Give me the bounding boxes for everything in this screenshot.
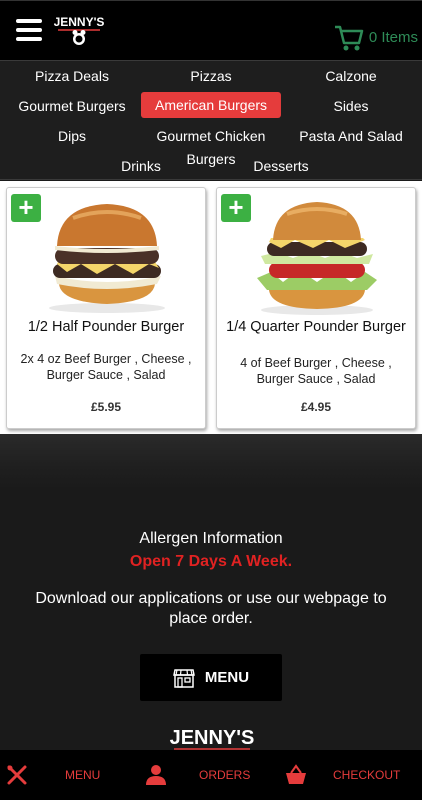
nav-menu-label: MENU xyxy=(65,768,101,782)
product-card[interactable]: + 1/2 Half Pounder Burger 2x 4 oz Beef B… xyxy=(6,187,206,429)
allergen-info-link[interactable]: Allergen Information xyxy=(0,530,422,548)
category-pasta-and-salad[interactable]: Pasta And Salad xyxy=(299,128,403,144)
cart-item-count: 0 Items xyxy=(368,28,418,46)
category-pizzas[interactable]: Pizzas xyxy=(190,68,231,84)
product-card[interactable]: + 1/4 Quarter Pounder Burger 4 of Beef B… xyxy=(216,187,416,429)
opening-hours-text: Open 7 Days A Week. xyxy=(129,553,293,570)
shopping-cart-icon xyxy=(334,25,364,51)
bottom-navigation: MENU ORDERS CHECKOUT xyxy=(0,750,422,800)
category-gourmet-chicken[interactable]: Gourmet Chicken xyxy=(157,128,266,144)
cart-button[interactable]: 0 Items xyxy=(333,21,418,53)
category-desserts[interactable]: Desserts xyxy=(253,158,308,174)
category-menu: Pizza Deals Pizzas Calzone Gourmet Burge… xyxy=(0,60,422,180)
product-name: 1/2 Half Pounder Burger xyxy=(27,319,185,335)
footer-background-band xyxy=(0,434,422,490)
product-grid: + 1/2 Half Pounder Burger 2x 4 oz Beef B… xyxy=(0,181,422,434)
product-price: £5.95 xyxy=(90,400,122,414)
category-american-burgers[interactable]: American Burgers xyxy=(140,92,282,118)
svg-text:JENNY'S: JENNY'S xyxy=(54,15,104,29)
product-name: 1/4 Quarter Pounder Burger xyxy=(226,319,406,335)
product-description: 4 of Beef Burger , Cheese , Burger Sauce… xyxy=(240,356,392,386)
product-description: 2x 4 oz Beef Burger , Cheese , Burger Sa… xyxy=(20,352,192,382)
svg-text:JENNY'S: JENNY'S xyxy=(170,727,255,749)
burger-image xyxy=(49,204,165,313)
nav-checkout[interactable]: CHECKOUT xyxy=(285,750,400,800)
product-price: £4.95 xyxy=(300,400,332,414)
category-drinks[interactable]: Drinks xyxy=(121,158,161,174)
download-apps-text: Download our applications or use our web… xyxy=(35,590,387,627)
category-sides[interactable]: Sides xyxy=(333,98,368,114)
category-pizza-deals[interactable]: Pizza Deals xyxy=(35,68,109,84)
footer-menu-button[interactable]: MENU xyxy=(140,654,282,701)
basket-icon xyxy=(286,764,306,784)
footer-menu-label: MENU xyxy=(204,669,250,686)
category-dips[interactable]: Dips xyxy=(58,128,86,144)
hamburger-menu-icon[interactable] xyxy=(16,19,42,41)
nav-orders[interactable]: ORDERS xyxy=(145,750,250,800)
burger-image xyxy=(257,202,377,315)
nav-checkout-label: CHECKOUT xyxy=(333,768,401,782)
fork-knife-icon xyxy=(7,765,27,785)
jennys-logo[interactable]: JENNY'S xyxy=(54,13,104,47)
nav-menu[interactable]: MENU xyxy=(6,750,100,800)
nav-orders-label: ORDERS xyxy=(199,768,251,782)
user-icon xyxy=(146,765,166,785)
category-burgers[interactable]: Burgers xyxy=(186,151,235,167)
category-gourmet-burgers[interactable]: Gourmet Burgers xyxy=(18,98,125,114)
jennys-footer-logo: JENNY'S xyxy=(170,727,255,750)
site-footer: Allergen Information Open 7 Days A Week.… xyxy=(0,434,422,750)
category-calzone[interactable]: Calzone xyxy=(325,68,376,84)
store-icon xyxy=(172,668,195,688)
app-header: JENNY'S 0 Items xyxy=(0,0,422,60)
